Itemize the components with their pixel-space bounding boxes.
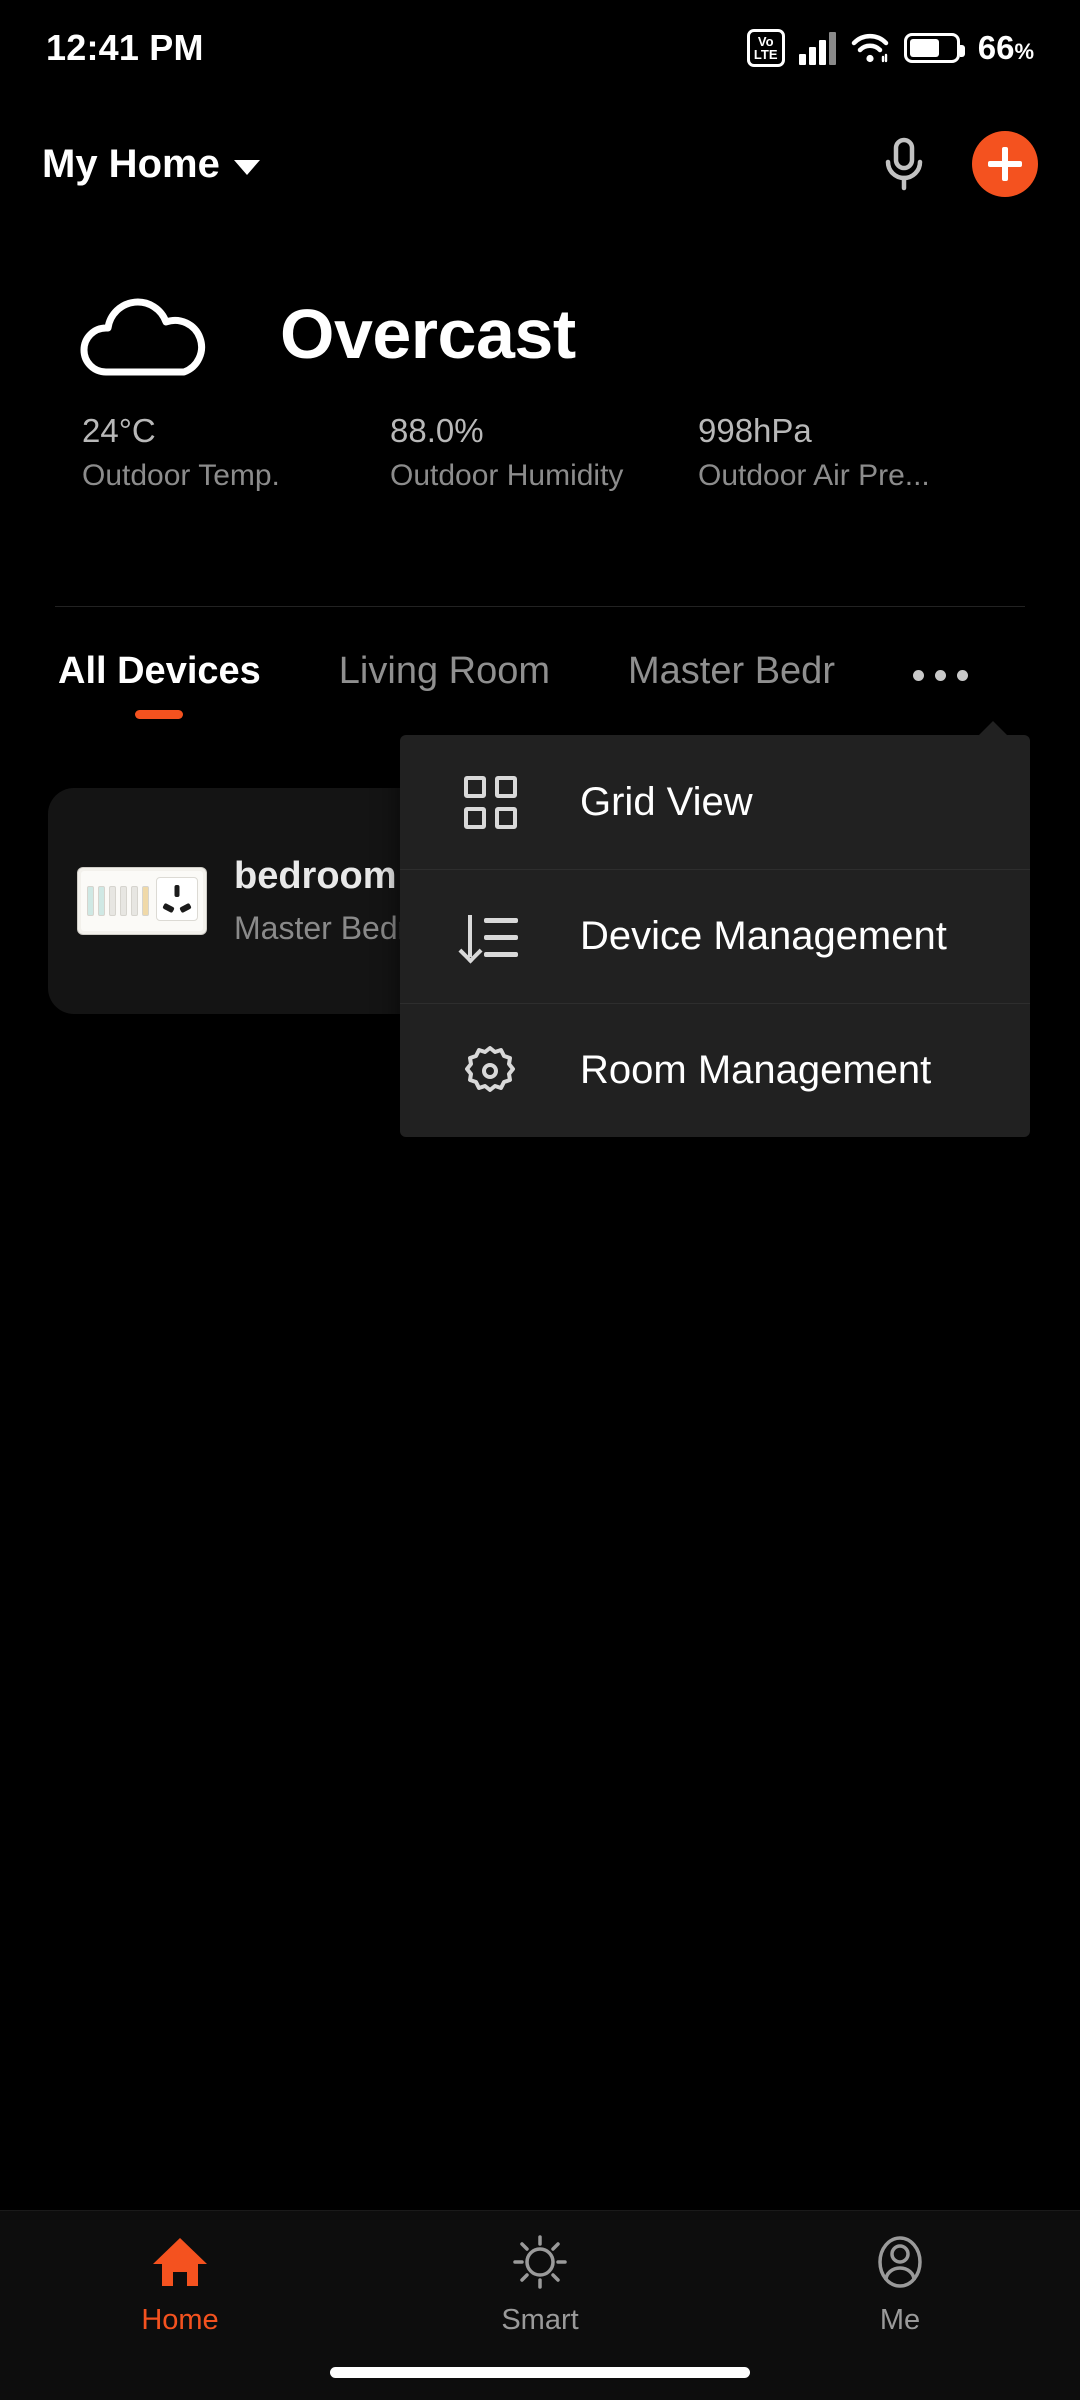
battery-percent: 66% (978, 29, 1034, 67)
device-room: Master Bedr (234, 910, 409, 946)
metric-value: 88.0% (390, 412, 484, 449)
menu-item-label: Room Management (580, 1048, 932, 1092)
metric-label: Outdoor Temp. (82, 459, 280, 492)
wifi-icon (850, 31, 890, 65)
metric-outdoor-air-pressure: 998hPa Outdoor Air Pre... (698, 412, 930, 493)
bottom-navigation: Home Smart Me (0, 2210, 1080, 2400)
nav-item-me[interactable]: Me (720, 2211, 1080, 2359)
weather-main-row: Overcast (0, 288, 1080, 380)
nav-item-home[interactable]: Home (0, 2211, 360, 2359)
volte-icon: Vo LTE (746, 29, 785, 67)
section-divider (55, 606, 1025, 607)
menu-pointer-arrow (978, 721, 1008, 736)
overflow-menu: Grid View Device Management Room Managem… (400, 721, 1030, 1137)
metric-label: Outdoor Air Pre... (698, 459, 930, 492)
tab-label: All Devices (58, 650, 261, 692)
room-tabs: All Devices Living Room Master Bedr (0, 650, 1080, 744)
battery-fill (909, 39, 939, 57)
cellular-signal-icon (798, 31, 836, 65)
more-options-icon[interactable] (912, 670, 968, 681)
app-screen: 12:41 PM Vo LTE 66% My Home Overcast 24°… (0, 0, 1080, 2400)
tab-all-devices[interactable]: All Devices (58, 650, 261, 719)
system-home-indicator[interactable] (330, 2367, 750, 2378)
add-plus-icon (988, 147, 1022, 181)
sort-list-icon (458, 909, 518, 965)
chevron-down-icon (233, 159, 260, 175)
home-name-label: My Home (42, 141, 220, 186)
weather-summary[interactable]: Overcast 24°C Outdoor Temp. 88.0% Outdoo… (0, 288, 1080, 493)
menu-item-label: Device Management (580, 914, 947, 958)
volte-label-bottom: LTE (753, 47, 778, 62)
weather-condition: Overcast (280, 295, 576, 373)
battery-icon (903, 33, 965, 63)
menu-item-grid-view[interactable]: Grid View (400, 735, 1030, 869)
nav-item-label: Home (141, 2303, 219, 2336)
cloud-icon (66, 288, 226, 380)
home-icon (151, 2234, 209, 2290)
app-header: My Home (0, 112, 1080, 216)
tab-master-bedroom[interactable]: Master Bedr (628, 650, 835, 693)
gear-icon (462, 1043, 518, 1099)
metric-value: 998hPa (698, 412, 812, 449)
status-bar-icons: Vo LTE 66% (746, 29, 1034, 67)
metric-label: Outdoor Humidity (390, 459, 624, 492)
device-info: bedroom Master Bedr (234, 855, 408, 947)
battery-percent-value: 66 (977, 29, 1015, 66)
add-device-button[interactable] (972, 131, 1038, 197)
tab-label: Master Bedr (628, 650, 835, 692)
menu-item-room-management[interactable]: Room Management (400, 1003, 1030, 1137)
status-bar: 12:41 PM Vo LTE 66% (0, 0, 1080, 96)
device-name: bedroom (234, 855, 397, 897)
metric-outdoor-humidity: 88.0% Outdoor Humidity (390, 412, 698, 493)
tab-label: Living Room (338, 650, 551, 692)
grid-view-icon (462, 774, 518, 830)
nav-item-label: Smart (501, 2303, 579, 2336)
menu-item-label: Grid View (580, 779, 753, 824)
battery-percent-symbol: % (1014, 39, 1034, 64)
nav-item-smart[interactable]: Smart (360, 2211, 720, 2359)
wall-socket-switch-image (78, 868, 206, 934)
nav-item-label: Me (879, 2303, 921, 2336)
metric-value: 24°C (82, 412, 156, 449)
sun-icon (511, 2234, 569, 2290)
status-bar-clock: 12:41 PM (46, 27, 204, 68)
tab-active-indicator (135, 710, 184, 719)
home-selector[interactable]: My Home (42, 142, 260, 187)
metric-outdoor-temp: 24°C Outdoor Temp. (82, 412, 390, 493)
person-icon (871, 2234, 929, 2290)
microphone-icon[interactable] (878, 136, 930, 192)
menu-item-device-management[interactable]: Device Management (400, 869, 1030, 1003)
header-actions (878, 131, 1038, 197)
weather-metrics: 24°C Outdoor Temp. 88.0% Outdoor Humidit… (0, 412, 1080, 493)
tab-living-room[interactable]: Living Room (339, 650, 550, 693)
